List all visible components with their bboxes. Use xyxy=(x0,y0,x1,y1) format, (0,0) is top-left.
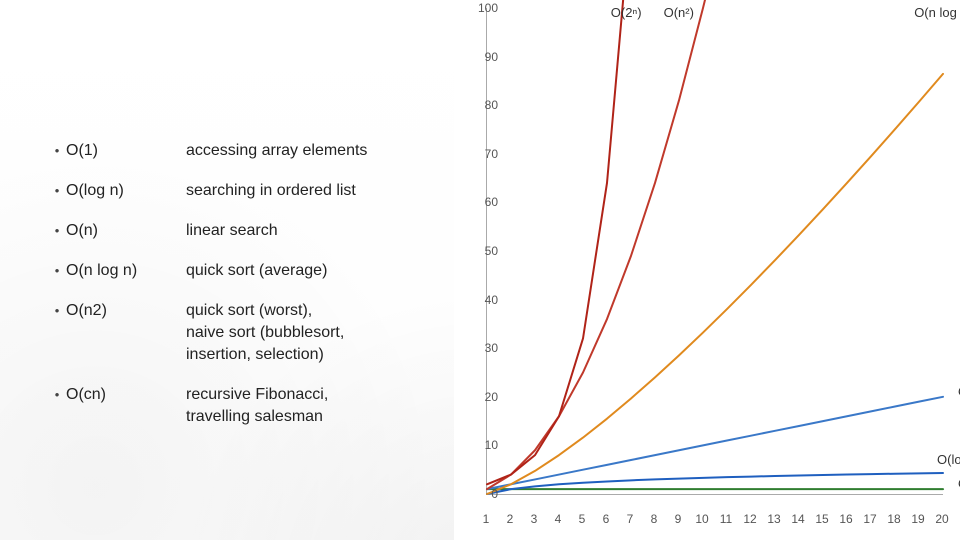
complexity-label: O(n) xyxy=(66,220,186,242)
x-tick-label: 19 xyxy=(911,512,924,526)
x-tick-label: 11 xyxy=(720,512,732,526)
complexity-desc: quick sort (average) xyxy=(186,260,468,282)
y-tick-label: 20 xyxy=(470,390,498,404)
complexity-label: O(1) xyxy=(66,140,186,162)
y-tick-label: 40 xyxy=(470,293,498,307)
x-tick-label: 9 xyxy=(675,512,682,526)
x-tick-label: 2 xyxy=(507,512,514,526)
chart-svg xyxy=(487,8,943,494)
list-item: • O(n log n) quick sort (average) xyxy=(48,260,468,282)
x-tick-label: 1 xyxy=(483,512,490,526)
complexity-desc: linear search xyxy=(186,220,468,242)
y-tick-label: 60 xyxy=(470,195,498,209)
y-tick-label: 100 xyxy=(470,1,498,15)
x-tick-label: 16 xyxy=(839,512,852,526)
series-label: O(n log n) xyxy=(914,5,960,20)
series-label: O(n²) xyxy=(664,5,694,20)
series-curve xyxy=(487,74,943,494)
bullet-icon: • xyxy=(48,300,66,322)
complexity-label: O(n log n) xyxy=(66,260,186,282)
bullet-icon: • xyxy=(48,260,66,282)
x-tick-label: 3 xyxy=(531,512,538,526)
x-tick-label: 17 xyxy=(863,512,876,526)
x-tick-label: 13 xyxy=(767,512,780,526)
y-tick-label: 50 xyxy=(470,244,498,258)
x-tick-label: 18 xyxy=(887,512,900,526)
y-tick-label: 30 xyxy=(470,341,498,355)
complexity-label: O(n2) xyxy=(66,300,186,322)
chart-plot-area xyxy=(486,8,943,495)
list-item: • O(1) accessing array elements xyxy=(48,140,468,162)
x-tick-label: 12 xyxy=(743,512,756,526)
complexity-list: • O(1) accessing array elements • O(log … xyxy=(48,140,468,446)
complexity-label: O(log n) xyxy=(66,180,186,202)
list-item: • O(cn) recursive Fibonacci, travelling … xyxy=(48,384,468,428)
complexity-label: O(cn) xyxy=(66,384,186,406)
complexity-desc: accessing array elements xyxy=(186,140,468,162)
series-label: O(log n) xyxy=(937,452,960,467)
series-curve xyxy=(487,397,943,489)
y-tick-label: 0 xyxy=(470,487,498,501)
list-item: • O(log n) searching in ordered list xyxy=(48,180,468,202)
x-tick-label: 5 xyxy=(579,512,586,526)
y-tick-label: 90 xyxy=(470,50,498,64)
bullet-icon: • xyxy=(48,220,66,242)
complexity-desc: quick sort (worst), naive sort (bubbleso… xyxy=(186,300,468,366)
chart: 0102030405060708090100123456789101112131… xyxy=(454,0,960,540)
bullet-icon: • xyxy=(48,140,66,162)
series-label: O(2ⁿ) xyxy=(611,5,642,20)
complexity-desc: recursive Fibonacci, travelling salesman xyxy=(186,384,468,428)
list-item: • O(n2) quick sort (worst), naive sort (… xyxy=(48,300,468,366)
bullet-icon: • xyxy=(48,384,66,406)
y-tick-label: 80 xyxy=(470,98,498,112)
complexity-desc: searching in ordered list xyxy=(186,180,468,202)
x-tick-label: 14 xyxy=(791,512,804,526)
x-tick-label: 10 xyxy=(695,512,708,526)
y-tick-label: 70 xyxy=(470,147,498,161)
x-tick-label: 20 xyxy=(935,512,948,526)
x-tick-label: 15 xyxy=(815,512,828,526)
list-item: • O(n) linear search xyxy=(48,220,468,242)
y-tick-label: 10 xyxy=(470,438,498,452)
bullet-icon: • xyxy=(48,180,66,202)
x-tick-label: 8 xyxy=(651,512,658,526)
x-tick-label: 6 xyxy=(603,512,610,526)
series-curve xyxy=(487,0,727,489)
series-curve xyxy=(487,0,631,484)
x-tick-label: 7 xyxy=(627,512,634,526)
x-tick-label: 4 xyxy=(555,512,562,526)
